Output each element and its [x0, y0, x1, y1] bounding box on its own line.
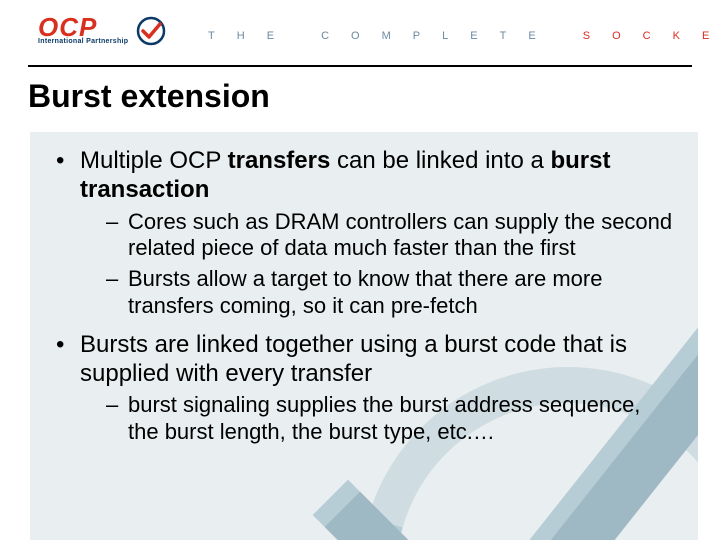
header-rule — [28, 65, 692, 67]
sub-bullet-list: burst signaling supplies the burst addre… — [80, 392, 674, 446]
tagline: THE COMPLETE SOCKET — [208, 30, 720, 42]
bullet-list: Multiple OCP transfers can be linked int… — [30, 132, 698, 446]
slide-title: Burst extension — [28, 78, 270, 115]
logo-subtitle: International Partnership — [38, 38, 128, 45]
text: can be linked into a — [330, 147, 550, 174]
text: Multiple OCP — [80, 147, 228, 174]
sub-bullet: Bursts allow a target to know that there… — [106, 266, 674, 320]
slide-body: Multiple OCP transfers can be linked int… — [30, 132, 698, 540]
text-bold: transfers — [228, 147, 331, 174]
sub-bullet: Cores such as DRAM controllers can suppl… — [106, 209, 674, 263]
sub-bullet-list: Cores such as DRAM controllers can suppl… — [80, 209, 674, 320]
logo-text: OCP — [38, 14, 128, 40]
bullet-1: Multiple OCP transfers can be linked int… — [56, 146, 674, 320]
logo: OCP International Partnership — [38, 14, 166, 46]
sub-bullet: burst signaling supplies the burst addre… — [106, 392, 674, 446]
logo-mark-icon — [136, 16, 166, 46]
header: OCP International Partnership THE COMPLE… — [0, 0, 720, 62]
bullet-2: Bursts are linked together using a burst… — [56, 330, 674, 446]
text: Bursts are linked together using a burst… — [80, 331, 627, 387]
